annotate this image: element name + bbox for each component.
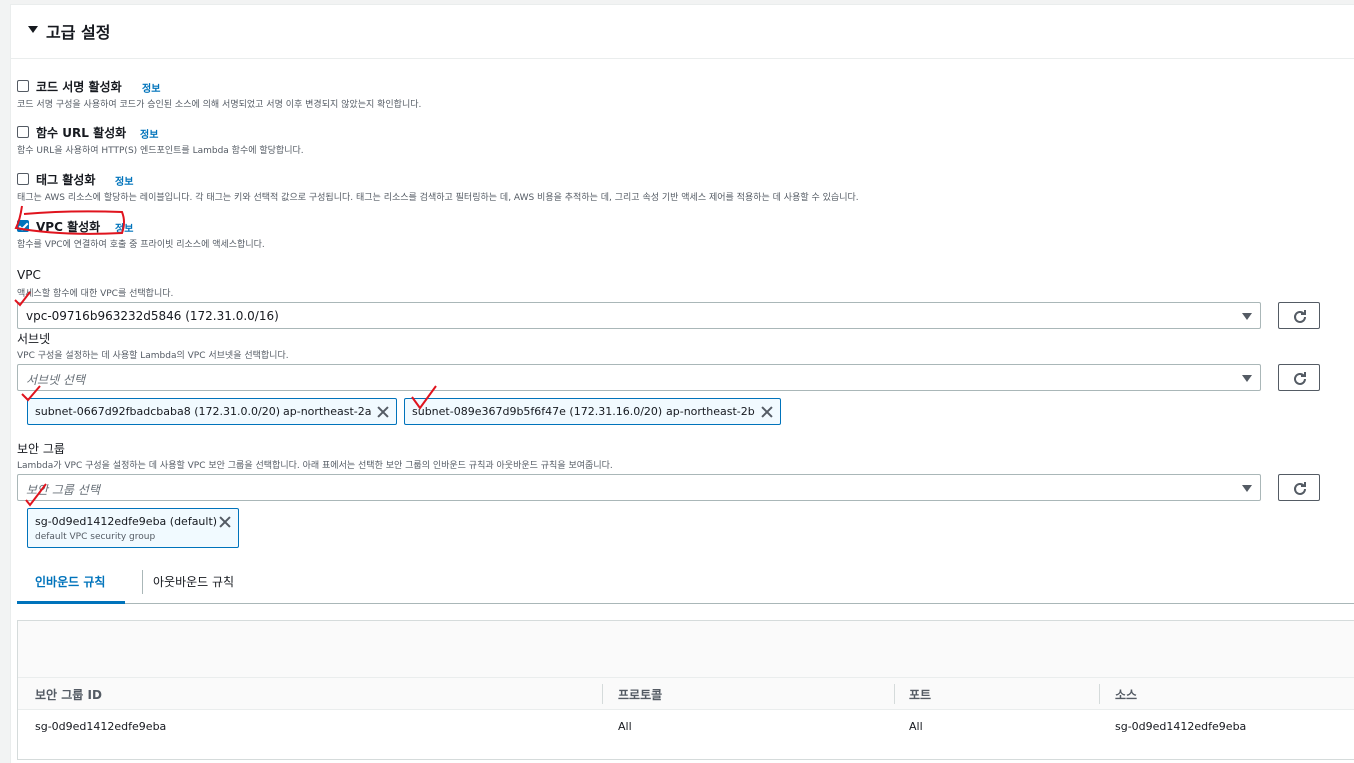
rules-tabs: 인바운드 규칙 아웃바운드 규칙 (17, 560, 1354, 604)
tags-checkbox[interactable] (17, 173, 29, 185)
subnet-token-az: ap-northeast-2a (283, 405, 372, 418)
subnet-token-id: subnet-0667d92fbadcbaba8 (172.31.0.0/20) (35, 405, 281, 418)
column-divider[interactable] (894, 684, 895, 704)
subnet-token-id: subnet-089e367d9b5f6f47e (172.31.16.0/20… (412, 405, 663, 418)
dropdown-arrow-icon (1242, 485, 1252, 492)
security-group-desc: Lambda가 VPC 구성을 설정하는 데 사용할 VPC 보안 그룹을 선택… (17, 461, 613, 471)
table-cell: sg-0d9ed1412edfe9eba (1115, 720, 1247, 733)
column-divider[interactable] (602, 684, 603, 704)
security-group-refresh-button[interactable] (1278, 474, 1320, 501)
subnet-token: subnet-089e367d9b5f6f47e (172.31.16.0/20… (404, 398, 781, 425)
subnet-token: subnet-0667d92fbadcbaba8 (172.31.0.0/20)… (27, 398, 397, 425)
subnet-token-az: ap-northeast-2b (666, 405, 755, 418)
vpc-select[interactable]: vpc-09716b963232d5846 (172.31.0.0/16) (17, 302, 1261, 329)
column-header[interactable]: 포트 (909, 686, 931, 703)
caret-down-icon[interactable] (28, 26, 38, 33)
info-link[interactable]: 정보 (115, 220, 133, 235)
dropdown-arrow-icon (1242, 313, 1252, 320)
active-tab-indicator (17, 601, 125, 604)
table-toolbar (18, 621, 1354, 678)
security-group-token: sg-0d9ed1412edfe9eba (default) default V… (27, 508, 239, 548)
option-desc: 태그는 AWS 리소스에 할당하는 레이블입니다. 각 태그는 키와 선택적 값… (17, 193, 859, 203)
option-label: 코드 서명 활성화 (36, 80, 122, 94)
refresh-icon (1294, 372, 1306, 385)
security-group-token-id: sg-0d9ed1412edfe9eba (default) (35, 515, 218, 528)
table-cell: All (618, 720, 632, 733)
tab-outbound-rules[interactable]: 아웃바운드 규칙 (153, 573, 234, 590)
option-label: VPC 활성화 (36, 220, 101, 234)
remove-token-icon[interactable] (219, 516, 231, 528)
code-signing-checkbox[interactable] (17, 80, 29, 92)
table-header: 보안 그룹 ID 프로토콜 포트 소스 (18, 678, 1354, 710)
remove-token-icon[interactable] (377, 406, 389, 418)
info-link[interactable]: 정보 (115, 173, 133, 188)
option-label: 함수 URL 활성화 (36, 126, 127, 140)
vpc-select-value: vpc-09716b963232d5846 (172.31.0.0/16) (26, 309, 279, 323)
security-group-token-desc: default VPC security group (35, 532, 156, 542)
vpc-label: VPC (17, 268, 41, 282)
subnet-placeholder: 서브넷 선택 (26, 373, 86, 387)
subnet-refresh-button[interactable] (1278, 364, 1320, 391)
rules-table: 보안 그룹 ID 프로토콜 포트 소스 sg-0d9ed1412edfe9eba… (17, 620, 1354, 760)
option-desc: 함수를 VPC에 연결하여 호출 중 프라이빗 리소스에 액세스합니다. (17, 240, 265, 250)
info-link[interactable]: 정보 (142, 80, 160, 95)
vpc-refresh-button[interactable] (1278, 302, 1320, 329)
vpc-desc: 액세스할 함수에 대한 VPC를 선택합니다. (17, 289, 174, 299)
refresh-icon (1294, 310, 1306, 323)
security-group-label: 보안 그룹 (17, 442, 65, 456)
tab-inbound-rules[interactable]: 인바운드 규칙 (35, 573, 105, 590)
table-cell: sg-0d9ed1412edfe9eba (35, 720, 167, 733)
option-desc: 코드 서명 구성을 사용하여 코드가 승인된 소스에 의해 서명되었고 서명 이… (17, 100, 422, 110)
option-label: 태그 활성화 (36, 173, 96, 187)
column-header[interactable]: 프로토콜 (618, 686, 662, 703)
security-group-placeholder: 보안 그룹 선택 (26, 483, 100, 497)
tab-divider (142, 570, 143, 594)
subnet-label: 서브넷 (17, 332, 51, 346)
remove-token-icon[interactable] (761, 406, 773, 418)
refresh-icon (1294, 482, 1306, 495)
advanced-settings-header[interactable]: 고급 설정 (11, 5, 1354, 59)
option-desc: 함수 URL을 사용하여 HTTP(S) 엔드포인트를 Lambda 함수에 할… (17, 146, 304, 156)
vpc-checkbox[interactable] (17, 220, 29, 232)
subnet-select[interactable]: 서브넷 선택 (17, 364, 1261, 391)
function-url-checkbox[interactable] (17, 126, 29, 138)
column-header[interactable]: 보안 그룹 ID (35, 686, 102, 703)
column-divider[interactable] (1099, 684, 1100, 704)
dropdown-arrow-icon (1242, 375, 1252, 382)
info-link[interactable]: 정보 (140, 126, 158, 141)
section-title: 고급 설정 (46, 23, 111, 42)
column-header[interactable]: 소스 (1115, 686, 1137, 703)
table-cell: All (909, 720, 923, 733)
security-group-select[interactable]: 보안 그룹 선택 (17, 474, 1261, 501)
subnet-desc: VPC 구성을 설정하는 데 사용할 Lambda의 VPC 서브넷을 선택합니… (17, 351, 289, 361)
